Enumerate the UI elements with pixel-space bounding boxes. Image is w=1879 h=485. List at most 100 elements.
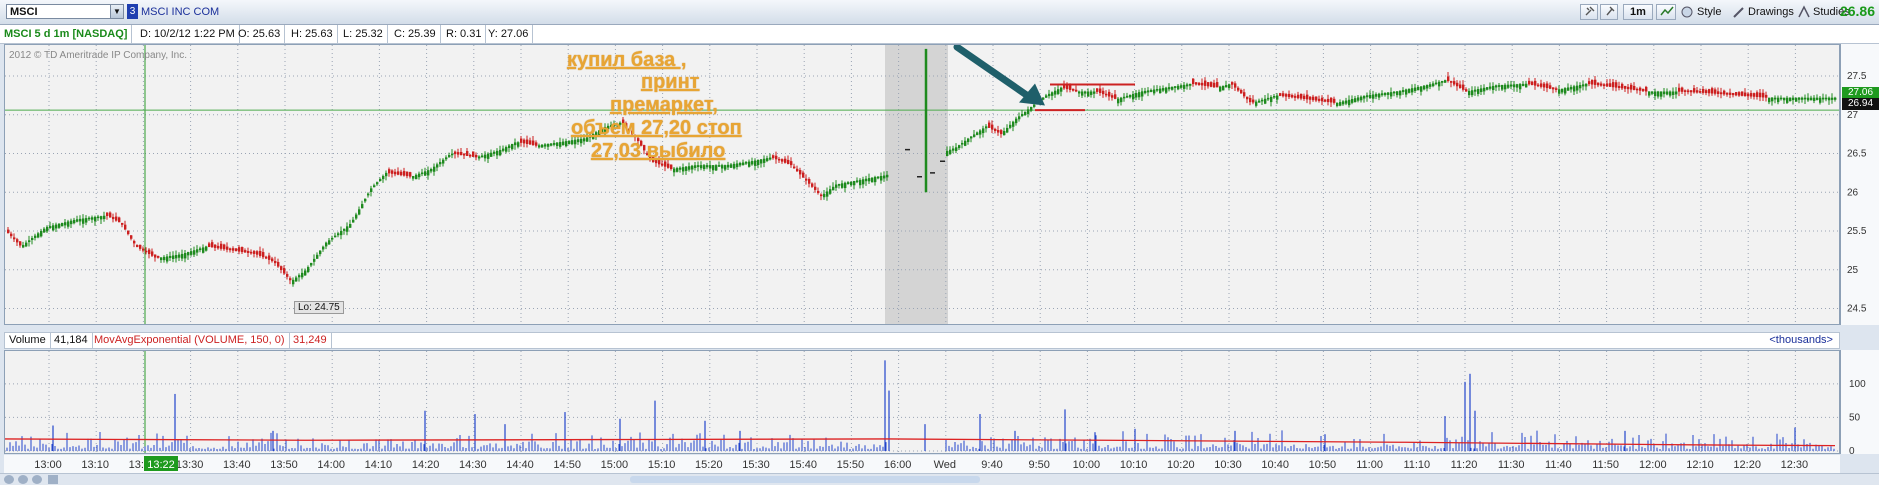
candle-body bbox=[511, 143, 514, 150]
candle-body bbox=[1570, 86, 1573, 90]
candle-body bbox=[277, 261, 280, 267]
candle-body bbox=[412, 175, 415, 179]
candle-body bbox=[724, 165, 727, 170]
candle-body bbox=[283, 268, 286, 274]
time-tick-label: 11:00 bbox=[1356, 459, 1383, 471]
volume-tick-label: 0 bbox=[1849, 446, 1855, 454]
price-tick-label: 27 bbox=[1847, 110, 1859, 121]
candle-body bbox=[355, 214, 358, 219]
candle-body bbox=[1075, 89, 1078, 92]
candle-body bbox=[1744, 92, 1747, 97]
candle-body bbox=[823, 193, 826, 198]
candle-body bbox=[1321, 97, 1324, 102]
pin-icon[interactable] bbox=[1600, 4, 1618, 20]
candle-body bbox=[220, 243, 223, 249]
candle-body bbox=[1525, 83, 1528, 88]
candle-body bbox=[193, 250, 196, 255]
candle-body bbox=[139, 244, 142, 249]
volume-chart[interactable] bbox=[5, 351, 1839, 453]
candle-body bbox=[1351, 98, 1354, 103]
candle-body bbox=[433, 166, 436, 172]
time-axis-labels: 13:00 13:10 13:20 13:30 13:40 13:50 14:00 14:10… bbox=[34, 456, 1808, 471]
candle-body bbox=[1807, 97, 1810, 101]
candle-body bbox=[1009, 124, 1012, 128]
candle-body bbox=[1012, 121, 1015, 127]
candle-body bbox=[976, 132, 979, 136]
candle-body bbox=[1819, 97, 1822, 103]
candle-body bbox=[1234, 83, 1237, 88]
candle-body bbox=[559, 142, 562, 147]
candle-body bbox=[1600, 83, 1603, 86]
candle-body bbox=[817, 190, 820, 194]
time-tick-label: 15:50 bbox=[837, 459, 865, 471]
zoom-out-icon[interactable] bbox=[4, 475, 14, 484]
candle-body bbox=[1084, 91, 1087, 94]
candle-body bbox=[667, 163, 670, 168]
candle-body bbox=[826, 191, 829, 197]
ema-study-label[interactable]: MovAvgExponential (VOLUME, 150, 0) bbox=[90, 333, 290, 348]
zoom-fit-icon[interactable] bbox=[32, 475, 42, 484]
candle-body bbox=[1420, 86, 1423, 92]
volume-header: Volume 41,184 MovAvgExponential (VOLUME,… bbox=[4, 332, 1840, 349]
candle-body bbox=[70, 220, 73, 225]
candle-body bbox=[1777, 97, 1780, 103]
bottom-scroll-bar[interactable] bbox=[0, 473, 1879, 485]
candle-body bbox=[1423, 85, 1426, 90]
candle-body bbox=[1015, 118, 1018, 124]
candle-body bbox=[1360, 96, 1363, 101]
candle-body bbox=[214, 244, 217, 248]
time-tick-label: 14:50 bbox=[553, 459, 581, 471]
candle-body bbox=[715, 165, 718, 171]
candle-body bbox=[862, 179, 865, 185]
settings-icon[interactable] bbox=[1580, 4, 1598, 20]
pencil-icon[interactable] bbox=[1732, 5, 1746, 19]
candle-body bbox=[1102, 90, 1105, 95]
aggregation-button[interactable]: 1m bbox=[1623, 4, 1653, 20]
candle-body bbox=[955, 147, 958, 151]
candle-body bbox=[1231, 82, 1234, 85]
studies-icon[interactable] bbox=[1797, 5, 1811, 19]
drawings-button[interactable]: Drawings bbox=[1748, 6, 1794, 18]
candle-body bbox=[1219, 86, 1222, 92]
link-group-badge[interactable]: 3 bbox=[127, 4, 138, 19]
drawing-mode-icon[interactable] bbox=[48, 475, 58, 484]
candle-body bbox=[676, 168, 679, 172]
info-low: L: 25.32 bbox=[339, 25, 388, 43]
volume-chart-panel[interactable] bbox=[4, 350, 1840, 454]
candle-body bbox=[1249, 97, 1252, 103]
candle-body bbox=[163, 256, 166, 261]
candle-body bbox=[1237, 87, 1240, 91]
candle-body bbox=[793, 166, 796, 169]
candle-body bbox=[547, 143, 550, 147]
style-button[interactable]: Style bbox=[1697, 6, 1721, 18]
time-tick-label: 14:20 bbox=[412, 459, 440, 471]
candle-body bbox=[133, 240, 136, 244]
chart-type-icon[interactable] bbox=[1656, 4, 1676, 20]
candle-body bbox=[1729, 92, 1732, 95]
price-chart-panel[interactable]: 2012 © TD Ameritrade IP Company, Inc. Lo… bbox=[4, 44, 1840, 325]
candle-body bbox=[544, 144, 547, 147]
candle-body bbox=[709, 165, 712, 169]
candle-body bbox=[1183, 84, 1186, 89]
candle-body bbox=[466, 151, 469, 156]
scroll-thumb[interactable] bbox=[630, 476, 980, 483]
candle-body bbox=[832, 186, 835, 191]
candle-body bbox=[550, 143, 553, 146]
candle-body bbox=[1558, 89, 1561, 94]
candle-body bbox=[991, 124, 994, 130]
candle-body bbox=[1786, 97, 1789, 103]
candle-body bbox=[841, 183, 844, 188]
candle-body bbox=[988, 122, 991, 128]
symbol-dropdown-icon[interactable]: ▼ bbox=[110, 4, 124, 19]
candle-body bbox=[94, 216, 97, 222]
symbol-input[interactable]: MSCI bbox=[6, 4, 124, 19]
price-chart[interactable] bbox=[5, 45, 1839, 324]
candle-body bbox=[844, 182, 847, 189]
candle-body bbox=[1822, 97, 1825, 100]
style-icon[interactable] bbox=[1680, 5, 1694, 19]
candle-body bbox=[685, 166, 688, 171]
candle-body bbox=[1723, 90, 1726, 95]
candle-body bbox=[436, 164, 439, 168]
info-close: C: 25.39 bbox=[390, 25, 441, 43]
zoom-in-icon[interactable] bbox=[18, 475, 28, 484]
